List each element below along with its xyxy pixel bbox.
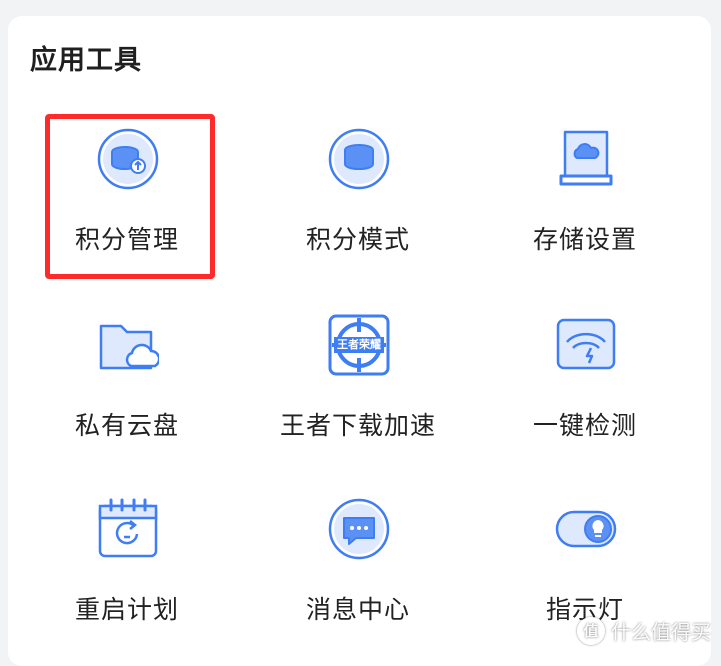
tool-label: 重启计划 — [14, 590, 240, 626]
tool-private-cloud[interactable]: 私有云盘 — [14, 298, 240, 474]
game-download-boost-icon: 王者荣耀 — [328, 314, 390, 376]
private-cloud-icon — [97, 314, 159, 376]
tool-reboot-schedule[interactable]: 重启计划 — [14, 482, 240, 658]
indicator-light-icon — [555, 498, 617, 560]
points-mode-icon — [328, 128, 390, 190]
tool-points-manage[interactable]: 积分管理 — [14, 112, 240, 288]
tool-label: 王者下载加速 — [245, 406, 471, 442]
message-center-icon — [328, 498, 390, 560]
points-manage-icon — [97, 128, 159, 190]
tool-label: 积分模式 — [245, 220, 471, 256]
tool-one-click-check[interactable]: 一键检测 — [472, 298, 698, 474]
tool-label: 消息中心 — [245, 590, 471, 626]
tool-label: 积分管理 — [14, 220, 240, 256]
reboot-schedule-icon — [97, 498, 159, 560]
watermark: 值 什么值得买 — [577, 616, 711, 645]
one-click-check-icon — [555, 314, 617, 376]
watermark-logo-icon: 值 — [577, 617, 605, 645]
tool-label: 一键检测 — [472, 406, 698, 442]
tool-storage-settings[interactable]: 存储设置 — [472, 112, 698, 288]
tool-label: 存储设置 — [472, 220, 698, 256]
tool-points-mode[interactable]: 积分模式 — [245, 112, 471, 288]
storage-settings-icon — [555, 128, 617, 190]
tool-message-center[interactable]: 消息中心 — [245, 482, 471, 658]
tool-label: 私有云盘 — [14, 406, 240, 442]
tool-game-download-boost[interactable]: 王者荣耀 王者下载加速 — [245, 298, 471, 474]
app-tools-card: 应用工具 积分管理 积分模式 — [8, 16, 711, 666]
game-logo-text: 王者荣耀 — [328, 337, 390, 353]
watermark-text: 什么值得买 — [611, 616, 711, 645]
section-title: 应用工具 — [30, 38, 142, 77]
